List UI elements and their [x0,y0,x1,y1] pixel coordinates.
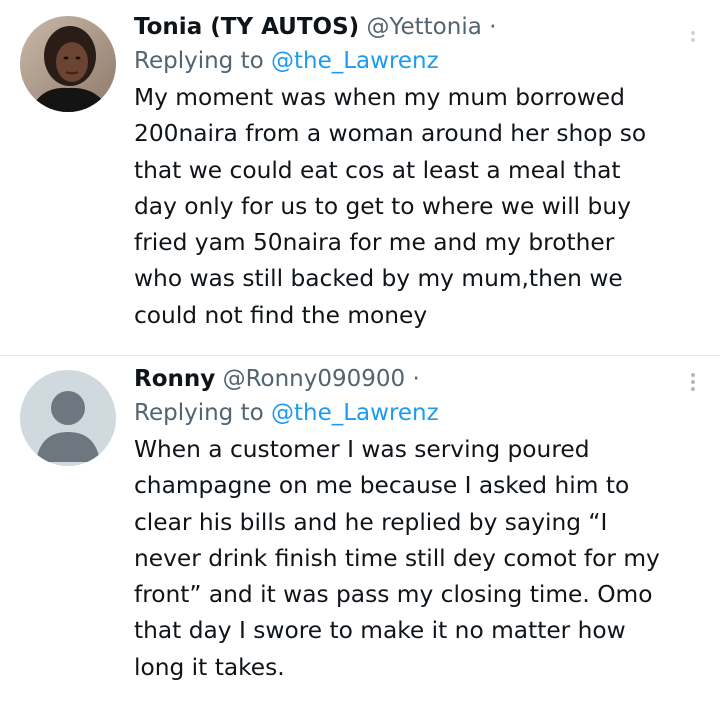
tweet-text-line: 200naira from a woman around her shop so [134,120,647,148]
tweet-2[interactable]: Ronny @Ronny090900 · Replying to @the_La… [0,356,720,720]
tweet-text-line: fried yam 50naira for me and my brother [134,229,615,257]
tweet-text: My moment was when my mum borrowed 200na… [134,80,700,334]
avatar[interactable] [20,16,116,112]
reply-to-mention-link[interactable]: @the_Lawrenz [271,48,439,74]
more-options-icon[interactable] [690,370,696,394]
tweet-text-line: that we could eat cos at least a meal th… [134,156,621,184]
replying-to-label: Replying to [134,48,264,74]
display-name[interactable]: Tonia (TY AUTOS) [134,14,359,40]
tweet-text-line: My moment was when my mum borrowed [134,84,625,111]
tweet-text-line: champagne on me because I asked him to [134,472,630,500]
replying-to-line: Replying to @the_Lawrenz [134,44,700,78]
tweet-text-line: who was still backed by my mum,then we [134,265,623,293]
tweet-1[interactable]: Tonia (TY AUTOS) @Yettonia · Replying to… [0,0,720,352]
tweet-text-line: clear his bills and he replied by saying… [134,508,608,536]
tweet-text-line: front” and it was pass my closing time. … [134,581,653,609]
reply-to-mention-link[interactable]: @the_Lawrenz [271,400,439,426]
tweet-text-line: never drink finish time still dey comot … [134,544,660,572]
replying-to-label: Replying to [134,400,264,426]
separator-dot: · [412,366,420,392]
tweet-text: When a customer I was serving poured cha… [134,432,700,686]
user-photo-icon [20,16,116,112]
replying-to-line: Replying to @the_Lawrenz [134,396,700,430]
tweet-text-line: long it takes. [134,653,285,681]
more-options-icon[interactable] [690,28,696,45]
avatar[interactable] [20,370,116,466]
display-name[interactable]: Ronny [134,366,215,392]
default-avatar-icon [20,370,116,466]
tweet-text-line: that day I swore to make it no matter ho… [134,617,626,645]
tweet-header: Tonia (TY AUTOS) @Yettonia · [134,10,700,44]
tweet-header: Ronny @Ronny090900 · [134,362,700,396]
separator-dot: · [489,14,497,40]
tweet-text-line: When a customer I was serving poured [134,436,590,463]
user-handle[interactable]: @Yettonia [366,14,481,40]
user-handle[interactable]: @Ronny090900 [223,366,406,392]
tweet-text-line: day only for us to get to where we will … [134,192,631,220]
tweet-text-line: could not find the money [134,301,428,329]
